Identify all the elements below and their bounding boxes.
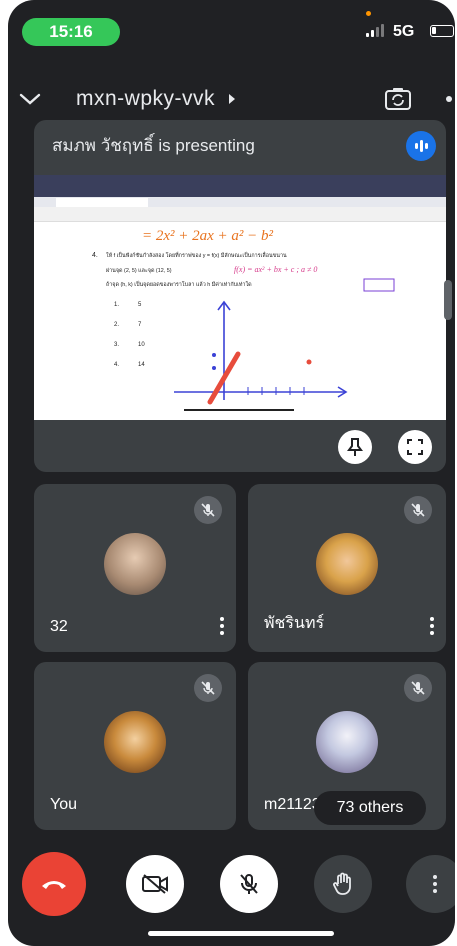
end-call-icon [42, 881, 66, 889]
participant-tile-self[interactable]: You [34, 662, 236, 830]
avatar [104, 711, 166, 773]
camera-toggle-button[interactable] [126, 855, 184, 913]
choice-2-val: 7 [138, 322, 142, 328]
presentation-tile: สมภพ วัชฤทธิ์ is presenting = 2x² + 2ax … [34, 120, 446, 472]
privacy-indicator [366, 11, 371, 16]
choice-3-num: 3. [114, 342, 119, 348]
choice-4-val: 14 [138, 362, 145, 368]
raise-hand-icon [333, 872, 351, 895]
handwritten-note: f(x) = ax² + bx + c ; a ≠ 0 [234, 265, 317, 274]
participant-name: You [50, 796, 77, 813]
call-controls [8, 852, 455, 916]
fullscreen-icon [407, 439, 423, 455]
more-options-icon[interactable] [220, 617, 224, 635]
pin-icon [347, 438, 363, 456]
shared-screen[interactable]: = 2x² + 2ax + a² − b² 4. ให้ f เป็นฟังก์… [34, 175, 446, 420]
signal-icon [366, 24, 384, 37]
participant-name: พัชรินทร์ [264, 615, 325, 632]
network-type: 5G [393, 23, 415, 40]
choice-4-num: 4. [114, 362, 119, 368]
choice-3-val: 10 [138, 342, 145, 348]
meeting-code[interactable]: mxn-wpky-vvk [76, 87, 237, 111]
status-bar: 15:16 5G [8, 0, 455, 60]
others-count-badge[interactable]: 73 others [314, 791, 426, 825]
handwritten-graph [174, 300, 348, 405]
choice-2-num: 2. [114, 322, 119, 328]
status-time: 15:16 [22, 18, 120, 46]
end-call-button[interactable] [22, 852, 86, 916]
meeting-header: mxn-wpky-vvk [8, 80, 455, 120]
more-options-button[interactable] [406, 855, 455, 913]
equation-text: = 2x² + 2ax + a² − b² [142, 228, 274, 244]
side-handle[interactable] [444, 280, 452, 320]
avatar [316, 711, 378, 773]
pin-button[interactable] [338, 430, 372, 464]
fullscreen-button[interactable] [398, 430, 432, 464]
participant-tile[interactable]: 32 [34, 484, 236, 652]
camera-off-icon [142, 874, 168, 894]
switch-camera-icon[interactable] [384, 86, 412, 112]
meeting-code-text: mxn-wpky-vvk [76, 87, 216, 110]
pdf-toolbar [34, 207, 446, 222]
raise-hand-button[interactable] [314, 855, 372, 913]
mic-off-icon [404, 496, 432, 524]
avatar [104, 533, 166, 595]
avatar [316, 533, 378, 595]
choice-1-val: 5 [138, 302, 142, 308]
mic-off-icon [194, 674, 222, 702]
more-options-icon[interactable] [430, 617, 434, 635]
presenter-label: สมภพ วัชฤทธิ์ is presenting [52, 136, 255, 155]
chevron-down-icon[interactable] [18, 88, 42, 112]
more-dot-icon [446, 96, 452, 102]
mic-toggle-button[interactable] [220, 855, 278, 913]
question-line-1: ให้ f เป็นฟังก์ชันกำลังสอง โดยที่กราฟของ… [106, 251, 287, 259]
mic-off-icon [194, 496, 222, 524]
browser-toolbar [34, 175, 446, 197]
participant-name: 32 [50, 618, 68, 635]
more-options-icon [433, 875, 437, 893]
question-line-3: ถ้าจุด (h, k) เป็นจุดยอดของพาราโบลา แล้ว… [106, 280, 252, 288]
battery-icon [430, 25, 454, 37]
participant-tile[interactable]: พัชรินทร์ [248, 484, 446, 652]
caret-right-icon [229, 94, 236, 105]
question-line-2: ผ่านจุด (2, 5) และจุด (12, 5) [106, 268, 172, 274]
phone-screen: 15:16 5G mxn-wpky-vvk สมภพ วัชฤทธิ์ is p… [8, 0, 455, 946]
answer-choices: 1. 5 2. 7 3. 10 4. 14 [114, 302, 145, 368]
pdf-page: = 2x² + 2ax + a² − b² 4. ให้ f เป็นฟังก์… [34, 222, 446, 420]
question-number: 4. [92, 252, 98, 259]
mic-off-icon [404, 674, 432, 702]
home-indicator[interactable] [148, 931, 334, 936]
mic-off-icon [240, 874, 258, 894]
choice-1-num: 1. [114, 302, 119, 308]
participant-name: m21123 [264, 796, 321, 813]
browser-tabs [34, 197, 446, 207]
audio-level-icon [406, 131, 436, 161]
